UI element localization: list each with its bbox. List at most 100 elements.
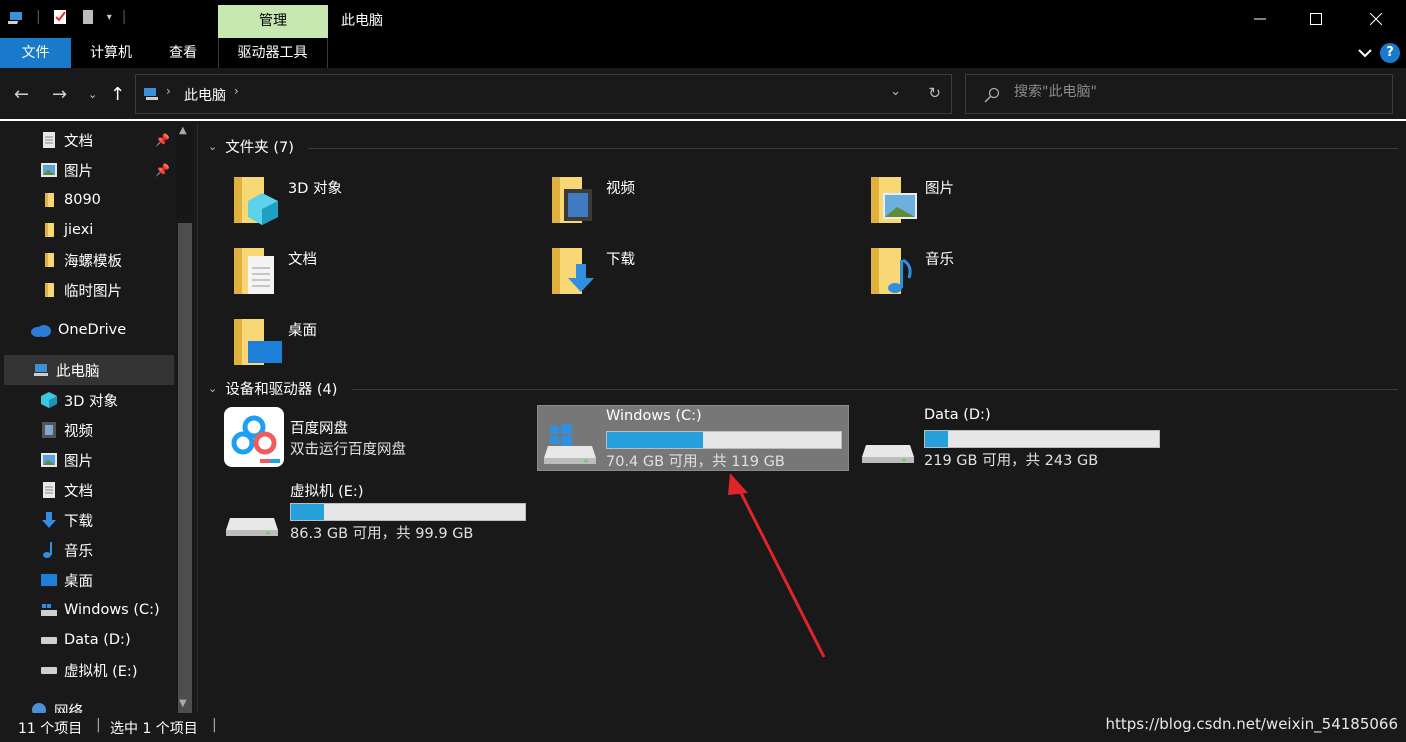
sidebar-item-label: Windows (C:) xyxy=(64,602,160,618)
sidebar-scrollbar[interactable]: ▲ ▼ xyxy=(176,123,194,713)
collapse-chevron-icon[interactable]: ⌄ xyxy=(208,382,217,395)
drive-usage-bar xyxy=(606,431,842,449)
recent-locations-icon[interactable]: ⌄ xyxy=(88,88,97,101)
sidebar-item-downloads[interactable]: 下载 xyxy=(40,505,176,535)
breadcrumb-chevron-icon[interactable]: › xyxy=(166,84,171,98)
sidebar-item-drive-c[interactable]: Windows (C:) xyxy=(40,595,176,625)
back-icon[interactable]: ← xyxy=(14,84,29,105)
close-button[interactable] xyxy=(1348,0,1404,38)
device-name: Windows (C:) xyxy=(606,408,702,424)
sidebar-item-label: 8090 xyxy=(64,192,101,208)
address-box[interactable]: › 此电脑 › ⌄ ↻ xyxy=(135,74,952,114)
sidebar-item-label: 3D 对象 xyxy=(64,393,118,410)
new-folder-icon[interactable] xyxy=(79,8,97,26)
properties-icon[interactable] xyxy=(51,8,69,26)
folder-label: 3D 对象 xyxy=(288,181,342,197)
breadcrumb-this-pc[interactable]: 此电脑 xyxy=(184,85,226,105)
forward-icon[interactable]: → xyxy=(52,84,67,105)
sidebar-item-label: 音乐 xyxy=(64,543,93,560)
title-bar: | ▾ | 管理 此电脑 xyxy=(0,0,1406,38)
ribbon-tabs: 文件 计算机 查看 驱动器工具 ? xyxy=(0,38,1406,68)
folder-downloads[interactable]: 下载 xyxy=(548,242,848,302)
separator: | xyxy=(212,717,217,733)
desktop-folder-icon xyxy=(234,319,282,365)
music-icon xyxy=(40,541,58,559)
folder-icon xyxy=(40,191,58,209)
quick-access-toolbar: | ▾ | xyxy=(8,8,126,26)
folders-group-header[interactable]: ⌄ 文件夹 (7) xyxy=(208,136,294,157)
pin-icon[interactable]: 📌 xyxy=(155,133,170,147)
this-pc-icon[interactable] xyxy=(8,8,26,26)
folder-documents[interactable]: 文档 xyxy=(230,242,530,302)
help-icon[interactable]: ? xyxy=(1380,43,1400,63)
baidu-netdisk-icon xyxy=(224,407,284,467)
content-pane: ⌄ 文件夹 (7) 3D 对象 视频 图片 文档 下载 音乐 桌面 ⌄ 设备和驱… xyxy=(200,123,1406,713)
drive-usage-fill xyxy=(291,504,324,520)
refresh-icon[interactable]: ↻ xyxy=(928,84,941,102)
pictures-icon xyxy=(40,451,58,469)
minimize-button[interactable] xyxy=(1232,0,1288,38)
device-drive-c[interactable]: Windows (C:) 70.4 GB 可用，共 119 GB xyxy=(537,405,849,471)
drive-usage-bar xyxy=(924,430,1160,448)
sidebar-item-label: 临时图片 xyxy=(64,283,122,300)
sidebar-item-desktop[interactable]: 桌面 xyxy=(40,565,176,595)
folder-pictures[interactable]: 图片 xyxy=(867,171,1167,231)
sidebar-item-jiexi[interactable]: jiexi xyxy=(40,215,176,245)
sidebar-item-music[interactable]: 音乐 xyxy=(40,535,176,565)
devices-group-header[interactable]: ⌄ 设备和驱动器 (4) xyxy=(208,378,337,399)
tab-computer[interactable]: 计算机 xyxy=(76,38,146,68)
sidebar-item-network[interactable]: 网络 xyxy=(30,695,176,713)
folder-icon xyxy=(40,251,58,269)
documents-folder-icon xyxy=(234,248,274,294)
address-dropdown-icon[interactable]: ⌄ xyxy=(890,84,901,99)
context-tab-manage[interactable]: 管理 xyxy=(218,5,328,38)
scroll-up-icon[interactable]: ▲ xyxy=(179,125,187,136)
sidebar-item-temp-pictures[interactable]: 临时图片 xyxy=(40,275,176,305)
device-baidu-netdisk[interactable]: 百度网盘 双击运行百度网盘 xyxy=(220,405,532,471)
tab-view[interactable]: 查看 xyxy=(158,38,208,68)
expand-ribbon-icon[interactable] xyxy=(1358,48,1372,58)
maximize-icon xyxy=(1310,13,1322,25)
maximize-button[interactable] xyxy=(1288,0,1344,38)
sidebar-item-hailuo-template[interactable]: 海螺模板 xyxy=(40,245,176,275)
sidebar-item-label: 下载 xyxy=(64,513,93,530)
pictures-icon xyxy=(40,161,58,179)
folder-music[interactable]: 音乐 xyxy=(867,242,1167,302)
sidebar-item-pictures[interactable]: 图片 xyxy=(40,445,176,475)
sidebar-item-videos[interactable]: 视频 xyxy=(40,415,176,445)
sidebar-item-pictures-pinned[interactable]: 图片 📌 xyxy=(40,155,176,185)
scroll-thumb[interactable] xyxy=(178,223,192,713)
collapse-chevron-icon[interactable]: ⌄ xyxy=(208,140,217,153)
tab-file[interactable]: 文件 xyxy=(0,38,71,68)
sidebar-item-3d-objects[interactable]: 3D 对象 xyxy=(40,385,176,415)
folder-desktop[interactable]: 桌面 xyxy=(230,313,530,373)
folder-3d-objects[interactable]: 3D 对象 xyxy=(230,171,530,231)
device-name: Data (D:) xyxy=(924,407,991,423)
selected-count: 选中 1 个项目 xyxy=(110,721,198,737)
breadcrumb-chevron-icon[interactable]: › xyxy=(234,84,239,98)
drive-icon xyxy=(862,445,914,463)
sidebar-item-label: 虚拟机 (E:) xyxy=(64,663,138,680)
sidebar-item-onedrive[interactable]: OneDrive xyxy=(30,315,176,345)
sidebar-item-drive-e[interactable]: 虚拟机 (E:) xyxy=(40,655,176,685)
group-title: 文件夹 (7) xyxy=(225,140,294,156)
sidebar-item-this-pc[interactable]: 此电脑 xyxy=(4,355,174,385)
annotation-arrow xyxy=(728,473,826,658)
folder-label: 下载 xyxy=(606,252,635,268)
drive-icon xyxy=(40,631,58,649)
sidebar-item-documents-pinned[interactable]: 文档 📌 xyxy=(40,125,176,155)
search-box[interactable] xyxy=(965,74,1393,114)
sidebar-item-documents[interactable]: 文档 xyxy=(40,475,176,505)
drive-free-space: 70.4 GB 可用，共 119 GB xyxy=(606,454,785,470)
sidebar-item-label: Data (D:) xyxy=(64,632,131,648)
sidebar-item-8090[interactable]: 8090 xyxy=(40,185,176,215)
pin-icon[interactable]: 📌 xyxy=(155,163,170,177)
search-input[interactable] xyxy=(1014,84,1374,100)
up-icon[interactable]: ↑ xyxy=(110,84,125,105)
customize-qat-icon[interactable]: ▾ xyxy=(107,12,112,23)
device-drive-d[interactable]: Data (D:) 219 GB 可用，共 243 GB xyxy=(856,405,1168,471)
device-drive-e[interactable]: 虚拟机 (E:) 86.3 GB 可用，共 99.9 GB xyxy=(220,478,532,544)
sidebar-item-drive-d[interactable]: Data (D:) xyxy=(40,625,176,655)
folder-videos[interactable]: 视频 xyxy=(548,171,848,231)
scroll-down-icon[interactable]: ▼ xyxy=(179,698,187,709)
